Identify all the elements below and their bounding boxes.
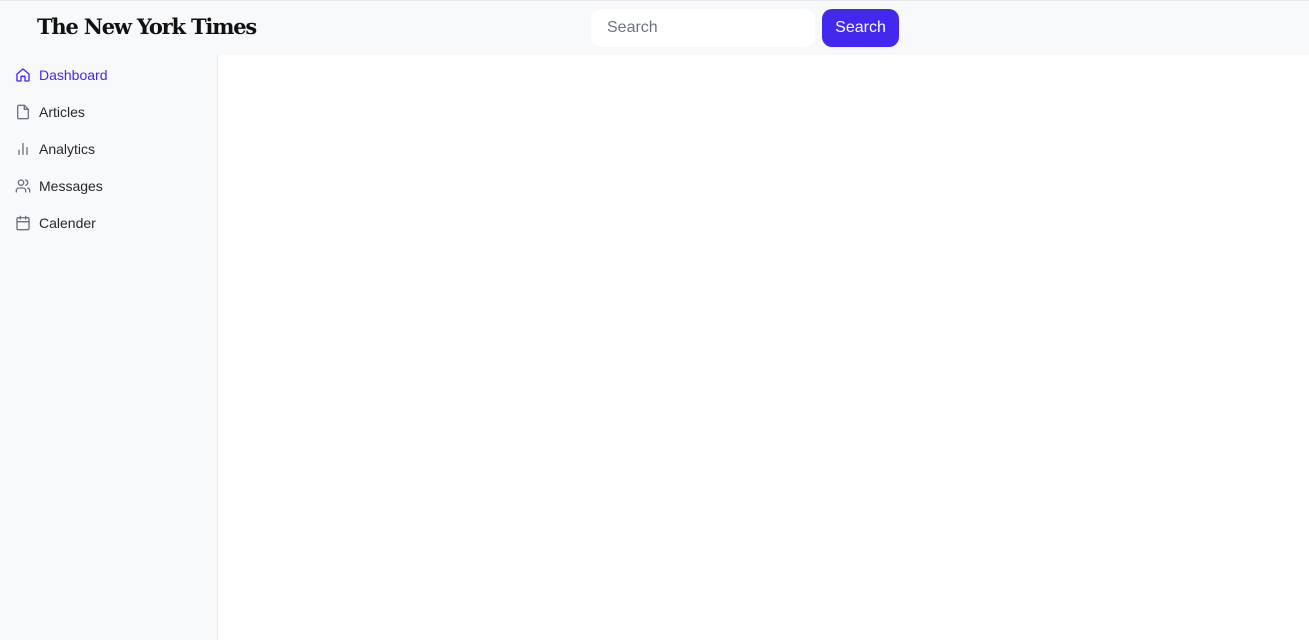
sidebar-item-label: Calender <box>39 215 96 231</box>
sidebar-item-label: Dashboard <box>39 67 108 83</box>
users-icon <box>15 178 31 194</box>
sidebar-item-label: Analytics <box>39 141 96 157</box>
sidebar-item-messages[interactable]: Messages <box>15 174 103 198</box>
search-button[interactable]: Search <box>822 9 899 47</box>
sidebar: Dashboard Articles Analytics Messages Ca… <box>0 55 218 640</box>
bar-chart-icon <box>15 141 31 157</box>
search-input[interactable] <box>591 9 815 47</box>
logo[interactable]: The New York Times <box>37 13 257 41</box>
sidebar-item-articles[interactable]: Articles <box>15 100 85 124</box>
top-bar: The New York Times Search <box>0 0 1309 55</box>
calendar-icon <box>15 215 31 231</box>
sidebar-item-calender[interactable]: Calender <box>15 211 96 235</box>
sidebar-item-label: Messages <box>39 178 103 194</box>
home-icon <box>15 67 31 83</box>
sidebar-item-dashboard[interactable]: Dashboard <box>15 63 108 87</box>
sidebar-item-analytics[interactable]: Analytics <box>15 137 95 161</box>
sidebar-item-label: Articles <box>39 104 85 120</box>
file-icon <box>15 104 31 120</box>
main-content <box>218 55 1309 640</box>
